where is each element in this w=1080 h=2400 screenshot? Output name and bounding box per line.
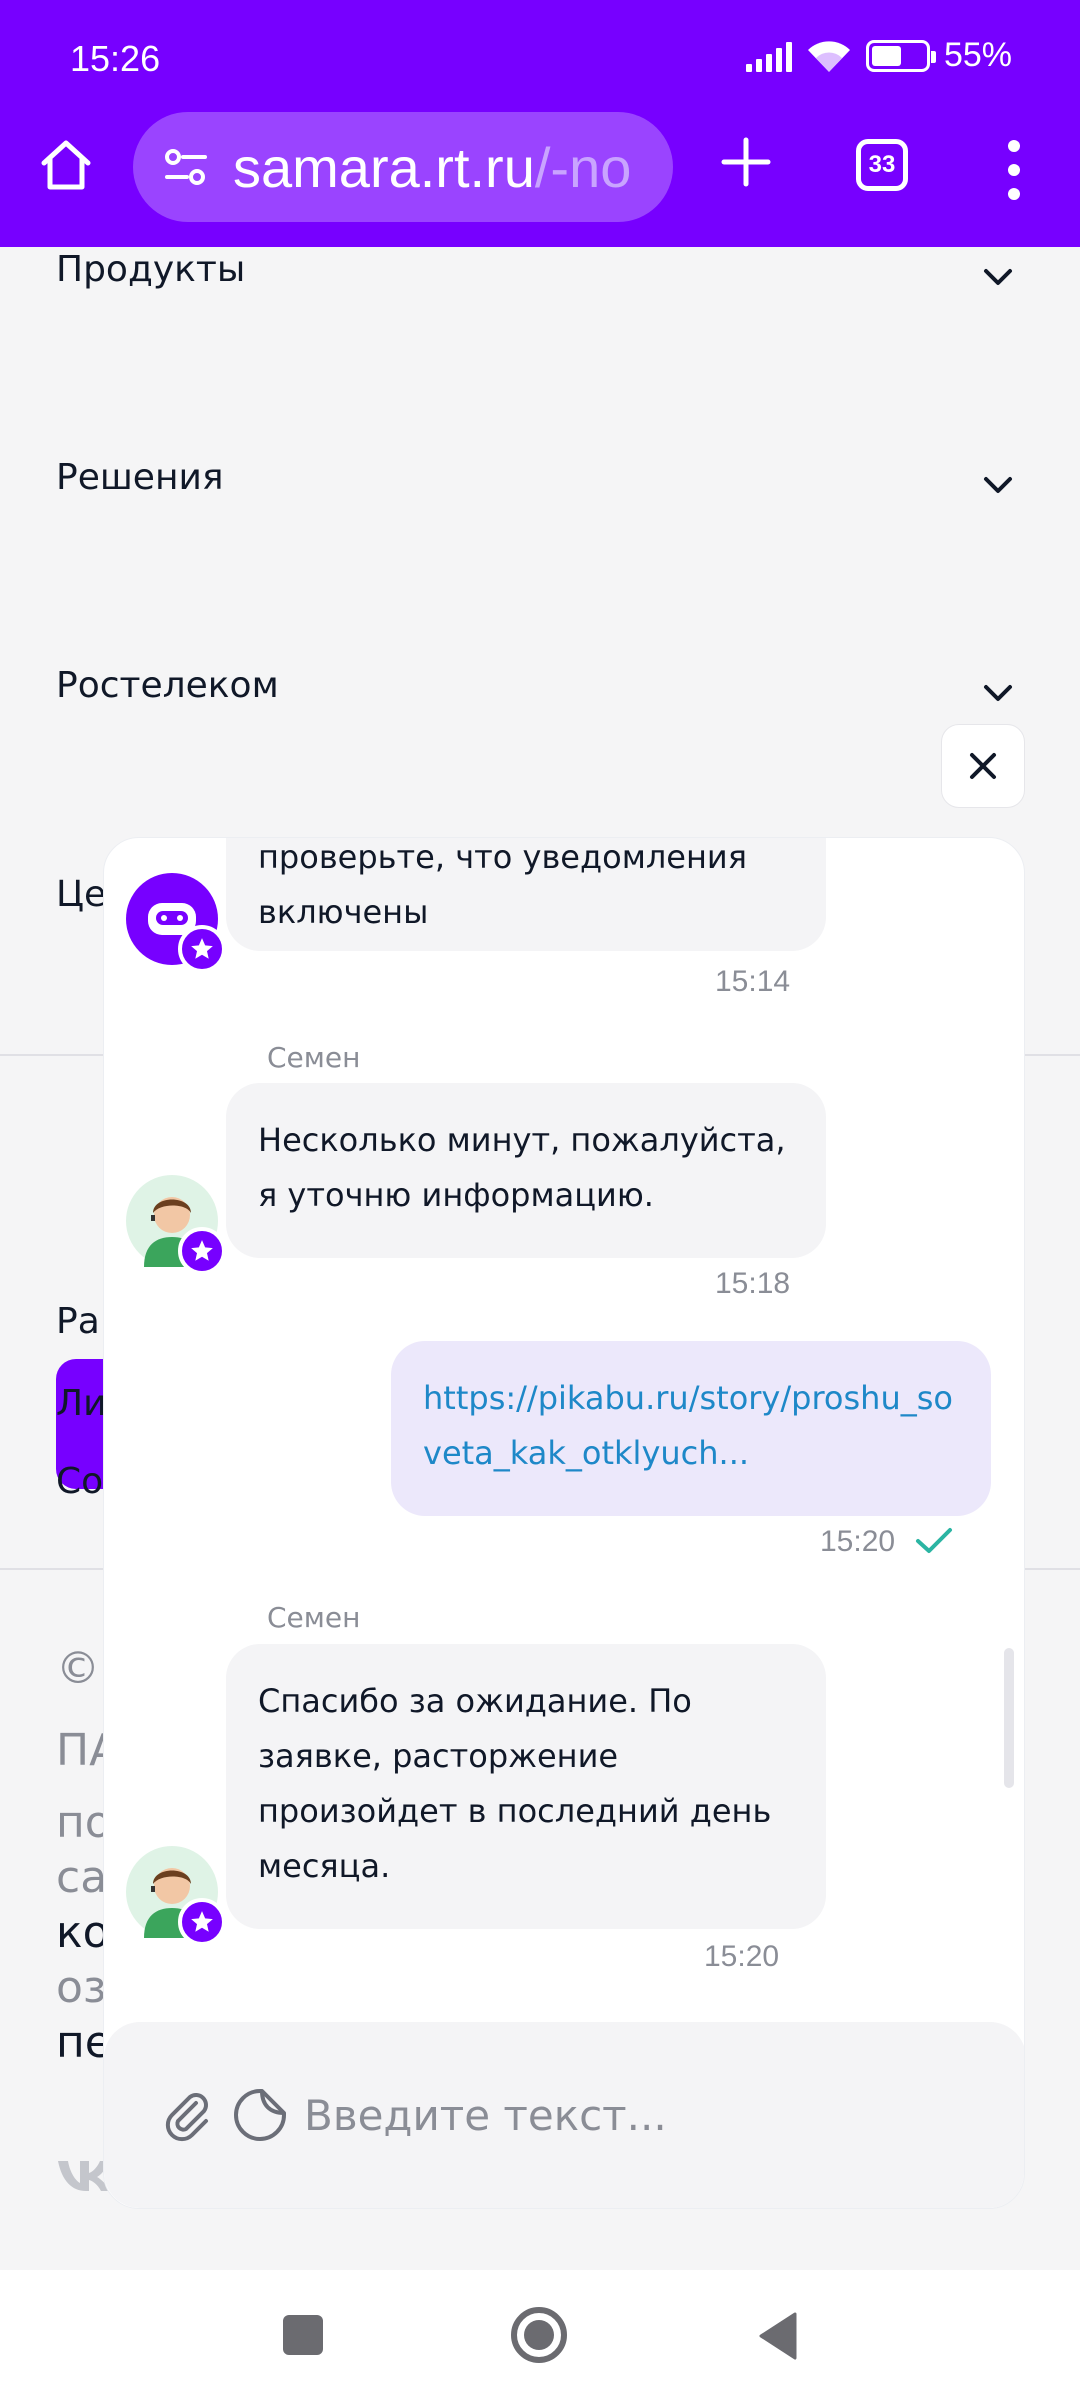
address-bar[interactable]: samara.rt.ru/-no (133, 112, 673, 222)
nav-item-rostelecom[interactable]: Ростелеком (56, 665, 1016, 706)
star-badge-icon (178, 1898, 226, 1946)
message-time: 15:14 (715, 965, 791, 998)
close-chat-button[interactable] (941, 724, 1025, 808)
message-text: Спасибо за ожидание. По заявке, расторже… (258, 1682, 772, 1885)
footer-link[interactable]: Со (56, 1461, 103, 1502)
nav-item-label: Це (56, 874, 107, 915)
message-text: проверьте, что уведомления включены (258, 838, 747, 931)
signal-icon (745, 40, 792, 72)
site-settings-icon[interactable] (161, 142, 211, 192)
wifi-icon (807, 40, 850, 72)
tabs-count: 33 (868, 151, 896, 178)
url-text[interactable]: samara.rt.ru/-no (233, 135, 631, 200)
chat-scrollbar[interactable] (1004, 1648, 1014, 1788)
message-text: Несколько минут, пожалуйста, я уточню ин… (258, 1121, 786, 1214)
url-host: samara.rt.ru (233, 135, 535, 199)
nav-item-label: Продукты (56, 249, 246, 290)
message-time: 15:20 (704, 1940, 780, 1973)
message-time: 15:18 (715, 1267, 791, 1300)
message-link[interactable]: https://pikabu.ru/story/proshu_soveta_ka… (423, 1379, 953, 1472)
status-time: 15:26 (70, 38, 161, 79)
message-input[interactable] (304, 2090, 944, 2140)
status-icons: 55% (745, 36, 1012, 75)
chevron-down-icon (984, 477, 1012, 493)
tab-switcher-button[interactable]: 33 (856, 139, 908, 191)
new-tab-plus-icon[interactable] (716, 132, 776, 192)
message-bubble: Спасибо за ожидание. По заявке, расторже… (226, 1644, 826, 1929)
check-icon (916, 1528, 952, 1553)
message-bubble-own[interactable]: https://pikabu.ru/story/proshu_soveta_ka… (391, 1341, 991, 1516)
message-time: 15:20 (820, 1525, 896, 1558)
operator-avatar (126, 1846, 226, 1946)
footer-link[interactable]: Ли (56, 1383, 106, 1424)
recent-apps-button[interactable] (283, 2315, 323, 2355)
system-navigation-bar (0, 2270, 1080, 2400)
nav-item-label: Ростелеком (56, 665, 279, 706)
star-badge-icon (178, 1227, 226, 1275)
footer-link[interactable]: Ра (56, 1301, 100, 1342)
message-input-bar (104, 2022, 1024, 2208)
nav-item-label: Решения (56, 457, 224, 498)
battery-icon (865, 39, 936, 72)
footer-text: оз (56, 1962, 107, 2013)
star-badge-icon (178, 925, 226, 973)
message-bubble: Несколько минут, пожалуйста, я уточню ин… (226, 1083, 826, 1258)
nav-item-products[interactable]: Продукты (56, 249, 1016, 290)
url-path: /-no (534, 135, 632, 199)
sender-name: Семен (267, 1601, 361, 1634)
nav-item-solutions[interactable]: Решения (56, 457, 1016, 498)
chat-panel: проверьте, что уведомления включены 15:1… (103, 837, 1025, 2209)
sender-name: Семен (267, 1041, 361, 1074)
sticker-icon[interactable] (232, 2087, 288, 2143)
footer-text: са (56, 1852, 108, 1903)
message-bubble: проверьте, что уведомления включены (226, 838, 826, 951)
copyright-text: © (56, 1643, 100, 1694)
home-icon[interactable] (36, 135, 96, 195)
chevron-down-icon (984, 269, 1012, 285)
footer-link[interactable]: ко (56, 1907, 110, 1958)
chevron-down-icon (984, 685, 1012, 701)
battery-percent: 55% (943, 36, 1012, 74)
battery-fill (871, 45, 901, 66)
bot-avatar (126, 873, 226, 973)
back-icon[interactable] (757, 2312, 797, 2360)
close-icon (970, 753, 996, 779)
paperclip-icon[interactable] (160, 2087, 216, 2143)
more-menu-icon[interactable] (1000, 140, 1028, 200)
operator-avatar (126, 1175, 226, 1275)
browser-top-bar: 15:26 55% samara.rt.ru/-no 33 (0, 0, 1080, 247)
home-button[interactable] (511, 2307, 567, 2363)
